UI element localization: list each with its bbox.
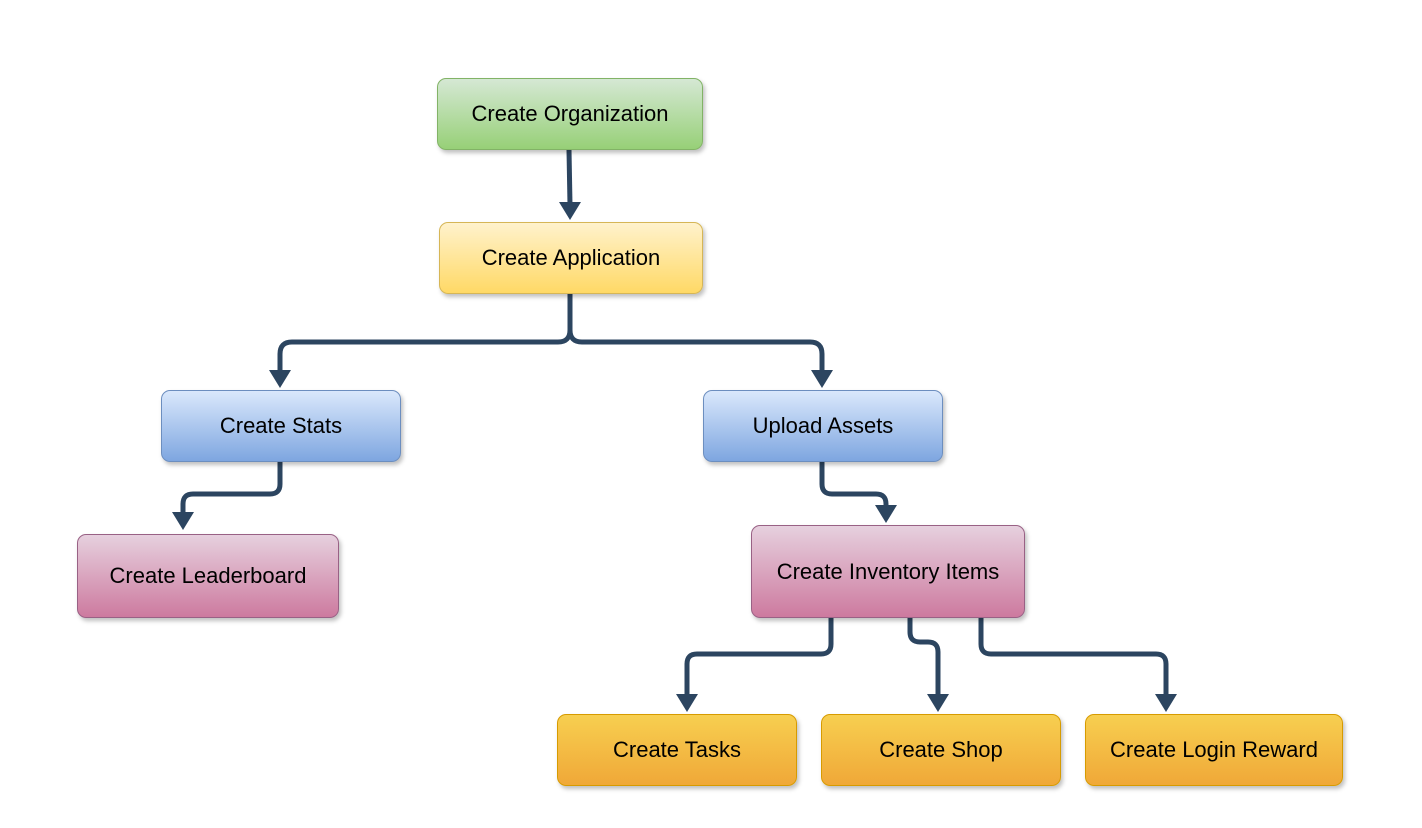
edge-inventory-to-shop <box>907 618 941 697</box>
node-create-stats[interactable]: Create Stats <box>161 390 401 462</box>
node-label: Create Organization <box>471 101 669 126</box>
node-label: Upload Assets <box>752 413 894 438</box>
node-upload-assets[interactable]: Upload Assets <box>703 390 943 462</box>
edge-org-to-app <box>566 149 573 206</box>
node-label: Create Login Reward <box>1110 737 1318 762</box>
node-create-application[interactable]: Create Application <box>439 222 703 294</box>
node-create-tasks[interactable]: Create Tasks <box>557 714 797 786</box>
arrowhead-icon <box>559 202 581 220</box>
arrowhead-icon <box>927 694 949 712</box>
edge-stats-to-leaderboard <box>180 462 283 517</box>
node-create-organization[interactable]: Create Organization <box>437 78 703 150</box>
arrowhead-icon <box>172 512 194 530</box>
arrowhead-icon <box>1155 694 1177 712</box>
arrowhead-icon <box>875 505 897 523</box>
edge-inventory-to-tasks <box>684 618 834 697</box>
arrowhead-icon <box>269 370 291 388</box>
edge-app-to-stats <box>277 294 573 373</box>
edge-inventory-to-login <box>978 618 1169 697</box>
node-create-inventory-items[interactable]: Create Inventory Items <box>751 525 1025 618</box>
node-create-login-reward[interactable]: Create Login Reward <box>1085 714 1343 786</box>
node-create-leaderboard[interactable]: Create Leaderboard <box>77 534 339 618</box>
edge-assets-to-inventory <box>819 462 889 509</box>
arrowhead-icon <box>811 370 833 388</box>
node-create-shop[interactable]: Create Shop <box>821 714 1061 786</box>
arrowhead-icon <box>676 694 698 712</box>
node-label: Create Leaderboard <box>109 563 307 588</box>
node-label: Create Shop <box>879 737 1003 762</box>
node-label: Create Tasks <box>613 737 741 762</box>
edge-app-to-assets <box>567 294 825 373</box>
node-label: Create Stats <box>219 413 343 438</box>
node-label: Create Inventory Items <box>776 558 1000 584</box>
node-label: Create Application <box>481 245 661 270</box>
